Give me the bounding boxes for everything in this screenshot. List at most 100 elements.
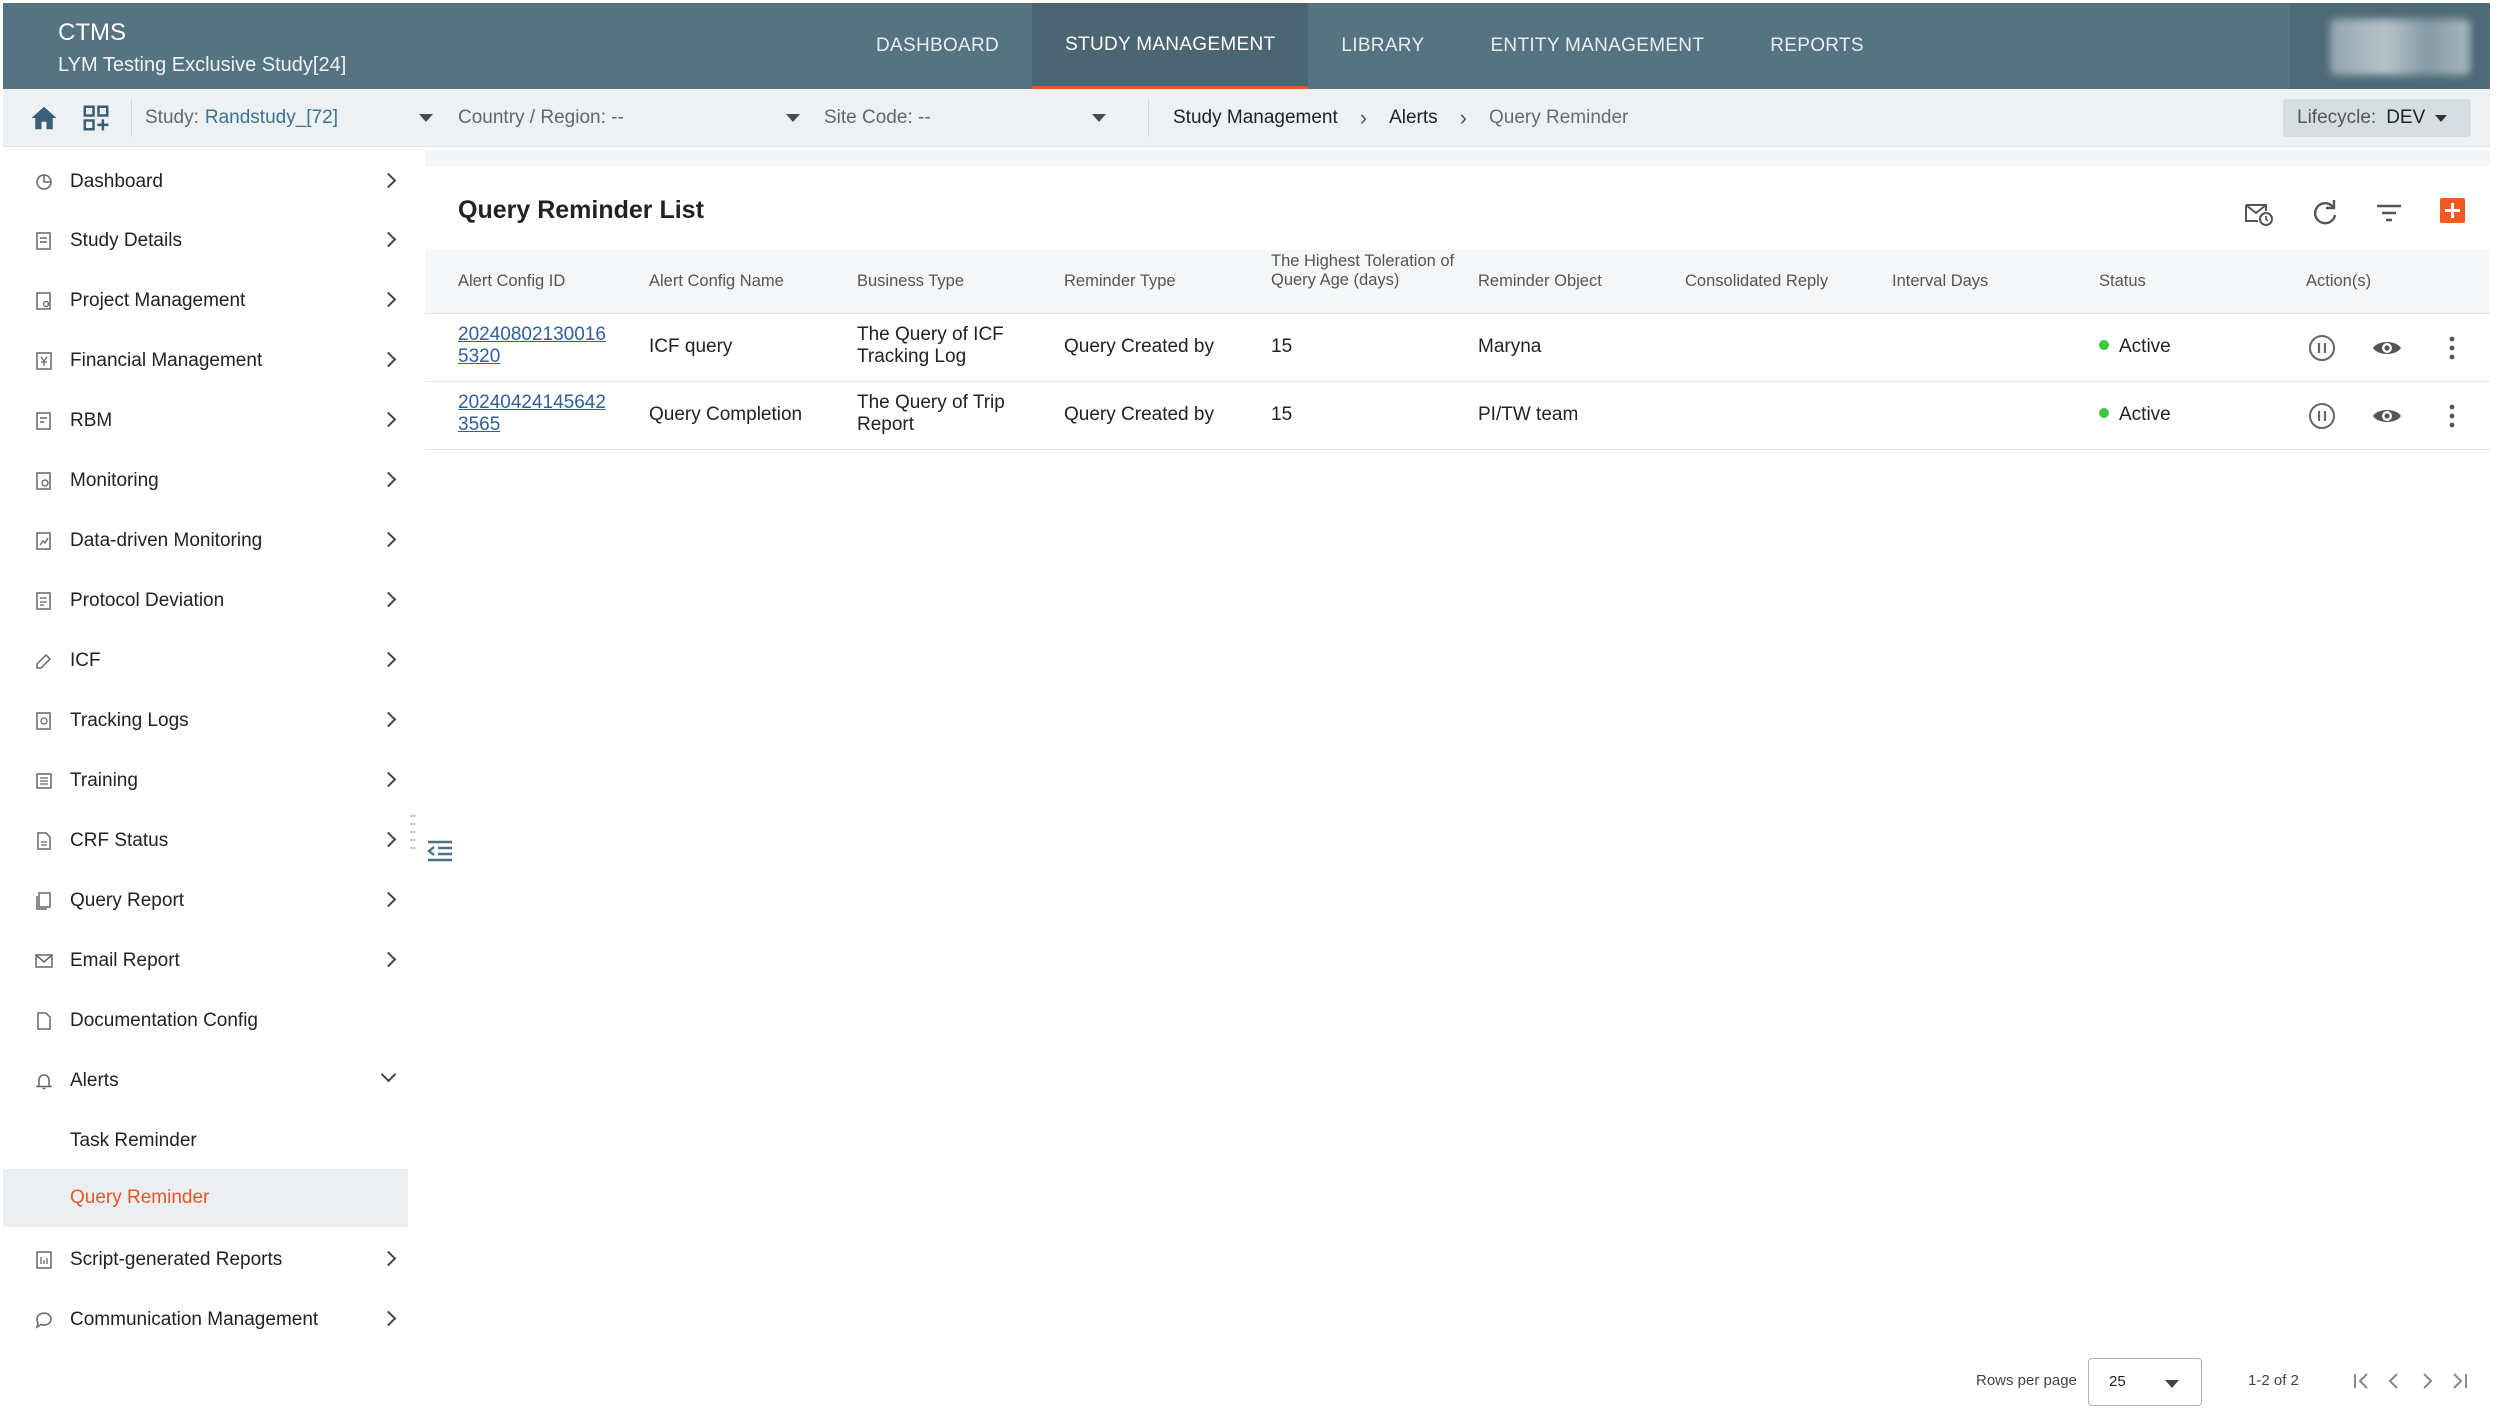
nav-tab-reports[interactable]: REPORTS <box>1737 3 1897 89</box>
last-page-icon[interactable] <box>2447 1368 2473 1394</box>
chevron-down-icon[interactable] <box>786 114 800 122</box>
sidebar-item-label: Protocol Deviation <box>70 590 225 611</box>
chevron-down-icon[interactable] <box>1092 114 1106 122</box>
chevron-right-icon <box>380 591 397 608</box>
pause-icon[interactable] <box>2305 331 2339 365</box>
column-header[interactable]: Alert Config ID <box>458 272 565 291</box>
sidebar-item-communication-management[interactable]: Communication Management <box>3 1291 408 1349</box>
eye-icon[interactable] <box>2370 331 2404 365</box>
study-select[interactable]: Study: Randstudy_[72] <box>145 89 338 147</box>
pause-icon[interactable] <box>2305 399 2339 433</box>
sidebar-item-alerts[interactable]: Alerts <box>3 1052 408 1110</box>
app-title: CTMS <box>58 19 126 46</box>
nav-tab-entity-management[interactable]: ENTITY MANAGEMENT <box>1457 3 1737 89</box>
sidebar-item-dashboard[interactable]: Dashboard <box>3 153 408 211</box>
sidebar-item-task-reminder[interactable]: Task Reminder <box>3 1112 408 1170</box>
finance-icon <box>36 352 52 370</box>
apps-add-icon[interactable] <box>81 103 111 133</box>
lifecycle-select[interactable]: Lifecycle: DEV <box>2283 99 2471 137</box>
next-page-icon[interactable] <box>2414 1368 2440 1394</box>
column-header[interactable]: Reminder Object <box>1478 272 1602 291</box>
id-line: 3565 <box>458 414 501 435</box>
more-vertical-icon[interactable] <box>2435 331 2469 365</box>
sidebar-item-project-management[interactable]: Project Management <box>3 272 408 330</box>
study-name[interactable]: LYM Testing Exclusive Study[24] <box>58 54 346 77</box>
chevron-right-icon <box>380 172 397 189</box>
table-header: Alert Config ID Alert Config Name Busine… <box>425 250 2490 314</box>
nav-tab-dashboard[interactable]: DASHBOARD <box>843 3 1032 89</box>
sidebar-item-documentation-config[interactable]: Documentation Config <box>3 992 408 1050</box>
column-header[interactable]: Status <box>2099 272 2146 291</box>
crf-icon <box>37 832 51 850</box>
site-select[interactable]: Site Code: -- <box>824 89 931 147</box>
rows-per-page-select[interactable]: 25 <box>2088 1358 2202 1406</box>
column-header[interactable]: Reminder Type <box>1064 272 1176 291</box>
nav-tab-study-management[interactable]: STUDY MANAGEMENT <box>1032 3 1309 89</box>
chevron-down-icon[interactable] <box>419 114 433 122</box>
filter-icon[interactable] <box>2372 196 2406 230</box>
alert-config-name: Query Completion <box>649 404 803 425</box>
eye-icon[interactable] <box>2370 399 2404 433</box>
sidebar: Dashboard Study Details Project Manageme… <box>3 150 408 1418</box>
sidebar-item-label: Monitoring <box>70 470 159 491</box>
mail-schedule-icon[interactable] <box>2242 196 2276 230</box>
sidebar-item-query-reminder[interactable]: Query Reminder <box>3 1169 408 1227</box>
nav-tab-library[interactable]: LIBRARY <box>1308 3 1457 89</box>
avatar <box>2330 19 2470 75</box>
user-menu[interactable] <box>2290 3 2490 89</box>
column-header[interactable]: Interval Days <box>1892 272 1988 291</box>
sidebar-item-crf-status[interactable]: CRF Status <box>3 812 408 870</box>
sidebar-item-data-driven-monitoring[interactable]: Data-driven Monitoring <box>3 512 408 570</box>
breadcrumb-alerts[interactable]: Alerts <box>1389 107 1438 129</box>
column-header[interactable]: Alert Config Name <box>649 272 784 291</box>
previous-page-icon[interactable] <box>2381 1368 2407 1394</box>
sidebar-item-email-report[interactable]: Email Report <box>3 932 408 990</box>
chevron-right-icon: › <box>1359 105 1368 130</box>
training-icon <box>36 773 52 789</box>
monitoring-icon <box>36 472 51 490</box>
first-page-icon[interactable] <box>2348 1368 2374 1394</box>
sidebar-item-label: Email Report <box>70 950 180 971</box>
alert-config-name: ICF query <box>649 336 733 357</box>
sidebar-item-protocol-deviation[interactable]: Protocol Deviation <box>3 572 408 630</box>
refresh-icon[interactable] <box>2308 196 2342 230</box>
column-header[interactable]: Consolidated Reply <box>1685 272 1828 291</box>
sidebar-item-tracking-logs[interactable]: Tracking Logs <box>3 692 408 750</box>
sidebar-item-label: Query Reminder <box>70 1187 210 1208</box>
sidebar-item-study-details[interactable]: Study Details <box>3 212 408 270</box>
project-icon <box>36 292 51 310</box>
more-vertical-icon[interactable] <box>2435 399 2469 433</box>
column-header[interactable]: The Highest Toleration of Query Age (day… <box>1271 252 1471 290</box>
status-dot <box>2099 407 2109 418</box>
sidebar-item-rbm[interactable]: RBM <box>3 392 408 450</box>
status-dot <box>2099 339 2109 350</box>
sidebar-item-training[interactable]: Training <box>3 752 408 810</box>
rows-per-page-value: 25 <box>2109 1373 2126 1390</box>
context-bar: Study: Randstudy_[72] Country / Region: … <box>3 89 2490 147</box>
breadcrumb-study-management[interactable]: Study Management <box>1173 107 1338 129</box>
alert-config-id-link[interactable]: 20240424145642 3565 <box>458 392 606 436</box>
sidebar-item-query-report[interactable]: Query Report <box>3 872 408 930</box>
sidebar-item-monitoring[interactable]: Monitoring <box>3 452 408 510</box>
collapse-sidebar-icon[interactable] <box>424 836 456 868</box>
sidebar-item-label: Communication Management <box>70 1309 319 1330</box>
add-button[interactable] <box>2440 198 2465 223</box>
chevron-right-icon <box>380 951 397 968</box>
business-type-line: Report <box>857 414 915 435</box>
home-icon[interactable] <box>29 103 59 133</box>
reminder-object: PI/TW team <box>1478 404 1579 425</box>
chevron-right-icon <box>380 531 397 548</box>
alert-config-id-link[interactable]: 20240802130016 5320 <box>458 324 606 368</box>
protocol-icon <box>36 592 51 610</box>
sidebar-item-label: RBM <box>70 410 113 431</box>
mail-icon <box>35 954 53 968</box>
country-select[interactable]: Country / Region: -- <box>458 89 624 147</box>
sidebar-item-financial-management[interactable]: Financial Management <box>3 332 408 390</box>
resize-handle[interactable] <box>410 812 416 852</box>
toleration-days: 15 <box>1271 336 1293 357</box>
sidebar-item-script-generated-reports[interactable]: Script-generated Reports <box>3 1231 408 1289</box>
sidebar-item-icf[interactable]: ICF <box>3 632 408 690</box>
column-header[interactable]: Business Type <box>857 272 964 291</box>
query-reminder-card: Query Reminder List Alert Config ID Aler… <box>425 166 2490 1418</box>
chevron-right-icon <box>380 831 397 848</box>
